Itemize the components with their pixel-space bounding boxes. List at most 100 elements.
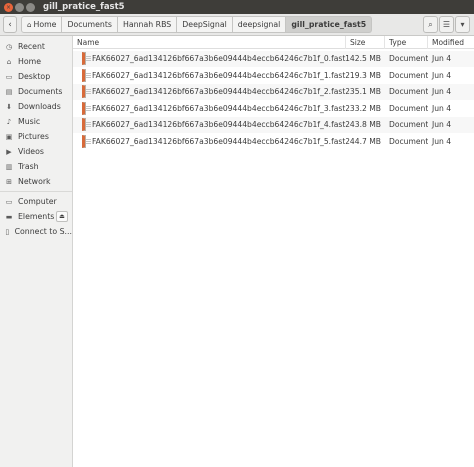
file-modified: Jun 4 bbox=[432, 70, 452, 80]
sidebar-item-label: Videos bbox=[18, 147, 44, 156]
column-header-row: Name Size Type Modified bbox=[73, 35, 474, 49]
file-name: FAK66027_6ad134126bf667a3b6e09444b4eccb6… bbox=[92, 120, 346, 129]
maximize-icon[interactable] bbox=[26, 2, 35, 12]
close-icon[interactable]: × bbox=[4, 2, 13, 12]
sidebar-item-label: Documents bbox=[18, 87, 63, 96]
home-icon: ⌂ bbox=[27, 20, 32, 29]
file-type: Document bbox=[389, 70, 428, 80]
file-name: FAK66027_6ad134126bf667a3b6e09444b4eccb6… bbox=[92, 70, 346, 80]
sidebar-divider bbox=[0, 191, 72, 192]
sidebar-item-music[interactable]: ♪ Music bbox=[0, 114, 72, 129]
table-row[interactable]: FAK66027_6ad134126bf667a3b6e09444b4eccb6… bbox=[73, 50, 474, 67]
drive-icon: ▬ bbox=[5, 212, 13, 221]
column-header-type[interactable]: Type bbox=[385, 35, 428, 49]
breadcrumb-hannah-rbs[interactable]: Hannah RBS bbox=[117, 16, 178, 33]
sidebar-item-label: Downloads bbox=[18, 102, 61, 111]
chevron-down-icon: ▾ bbox=[460, 20, 465, 29]
table-row[interactable]: FAK66027_6ad134126bf667a3b6e09444b4eccb6… bbox=[73, 67, 474, 83]
file-size: 142.5 MB bbox=[346, 54, 381, 63]
table-row[interactable]: FAK66027_6ad134126bf667a3b6e09444b4eccb6… bbox=[73, 133, 474, 149]
document-icon bbox=[82, 118, 91, 131]
network-icon: ⊞ bbox=[6, 177, 12, 186]
sidebar-item-label: Computer bbox=[18, 197, 57, 206]
file-type: Document bbox=[389, 103, 428, 113]
sidebar-item-elements[interactable]: ▬ Elements ⏏ bbox=[0, 209, 72, 224]
view-button[interactable]: ☰ bbox=[439, 16, 454, 33]
sidebar-item-label: Connect to S... bbox=[14, 227, 72, 236]
sidebar-item-label: Home bbox=[18, 57, 42, 66]
breadcrumb-label: Home bbox=[33, 20, 57, 29]
list-view-icon: ☰ bbox=[442, 20, 451, 29]
breadcrumb-deepsignal-upper[interactable]: DeepSignal bbox=[177, 16, 233, 33]
video-icon: ▶ bbox=[6, 147, 12, 156]
minimize-icon[interactable] bbox=[15, 2, 24, 12]
sidebar-item-network[interactable]: ⊞ Network bbox=[0, 174, 72, 189]
trash-icon: ▥ bbox=[5, 162, 13, 171]
sidebar-item-label: Network bbox=[18, 177, 51, 186]
picture-icon: ▣ bbox=[5, 132, 13, 141]
file-rows: FAK66027_6ad134126bf667a3b6e09444b4eccb6… bbox=[73, 49, 474, 149]
eject-icon[interactable]: ⏏ bbox=[56, 211, 68, 222]
toolbar: ‹ ⌂ Home Documents Hannah RBS DeepSignal… bbox=[0, 14, 474, 36]
document-icon bbox=[82, 85, 91, 98]
file-list: Name Size Type Modified FAK66027_6ad1341… bbox=[73, 35, 474, 467]
document-icon: ▤ bbox=[5, 87, 13, 96]
file-size: 243.8 MB bbox=[346, 120, 381, 129]
breadcrumb-documents[interactable]: Documents bbox=[62, 16, 118, 33]
sidebar-item-label: Recent bbox=[18, 42, 45, 51]
computer-icon: ▭ bbox=[5, 197, 13, 206]
file-name: FAK66027_6ad134126bf667a3b6e09444b4eccb6… bbox=[92, 87, 346, 96]
breadcrumb: ⌂ Home Documents Hannah RBS DeepSignal d… bbox=[21, 16, 373, 33]
sidebar-item-pictures[interactable]: ▣ Pictures bbox=[0, 129, 72, 144]
sidebar-item-desktop[interactable]: ▭ Desktop bbox=[0, 69, 72, 84]
clock-icon: ◷ bbox=[5, 42, 13, 51]
sidebar-item-home[interactable]: ⌂ Home bbox=[0, 54, 72, 69]
sidebar-item-trash[interactable]: ▥ Trash bbox=[0, 159, 72, 174]
back-button[interactable]: ‹ bbox=[3, 16, 17, 33]
table-row[interactable]: FAK66027_6ad134126bf667a3b6e09444b4eccb6… bbox=[73, 100, 474, 116]
document-icon bbox=[82, 134, 91, 148]
sidebar-item-label: Music bbox=[18, 117, 41, 126]
file-name: FAK66027_6ad134126bf667a3b6e09444b4eccb6… bbox=[92, 103, 346, 113]
window-title: gill_pratice_fast5 bbox=[43, 2, 125, 12]
table-row[interactable]: FAK66027_6ad134126bf667a3b6e09444b4eccb6… bbox=[73, 83, 474, 100]
file-name: FAK66027_6ad134126bf667a3b6e09444b4eccb6… bbox=[92, 54, 346, 63]
breadcrumb-deepsignal[interactable]: deepsignal bbox=[232, 16, 287, 33]
sidebar-item-documents[interactable]: ▤ Documents bbox=[0, 84, 72, 99]
file-modified: Jun 4 bbox=[432, 103, 452, 113]
home-icon: ⌂ bbox=[6, 57, 12, 66]
desktop-icon: ▭ bbox=[5, 72, 13, 81]
file-size: 235.1 MB bbox=[346, 87, 381, 96]
table-row[interactable]: FAK66027_6ad134126bf667a3b6e09444b4eccb6… bbox=[73, 116, 474, 133]
sidebar-item-downloads[interactable]: ⬇ Downloads bbox=[0, 99, 72, 114]
sidebar-item-connect-to-server[interactable]: ▯ Connect to S... bbox=[0, 224, 72, 239]
breadcrumb-current-folder[interactable]: gill_pratice_fast5 bbox=[286, 16, 373, 33]
chevron-left-icon: ‹ bbox=[8, 19, 12, 30]
file-name: FAK66027_6ad134126bf667a3b6e09444b4eccb6… bbox=[92, 136, 346, 146]
search-icon: ⌕ bbox=[428, 19, 433, 29]
breadcrumb-home[interactable]: ⌂ Home bbox=[21, 16, 63, 33]
sidebar-item-videos[interactable]: ▶ Videos bbox=[0, 144, 72, 159]
file-modified: Jun 4 bbox=[432, 87, 452, 96]
document-icon bbox=[82, 52, 91, 65]
file-size: 233.2 MB bbox=[346, 103, 381, 113]
document-icon bbox=[82, 68, 91, 82]
file-type: Document bbox=[389, 54, 428, 63]
server-icon: ▯ bbox=[5, 227, 10, 236]
file-type: Document bbox=[389, 120, 428, 129]
file-modified: Jun 4 bbox=[432, 120, 452, 129]
sidebar-item-computer[interactable]: ▭ Computer bbox=[0, 194, 72, 209]
file-size: 244.7 MB bbox=[346, 136, 381, 146]
sidebar-item-label: Desktop bbox=[18, 72, 51, 81]
column-header-size[interactable]: Size bbox=[346, 35, 385, 49]
sidebar: ◷ Recent ⌂ Home ▭ Desktop ▤ Documents ⬇ … bbox=[0, 36, 73, 467]
document-icon bbox=[82, 101, 91, 115]
file-modified: Jun 4 bbox=[432, 136, 452, 146]
column-header-modified[interactable]: Modified bbox=[428, 36, 474, 49]
file-type: Document bbox=[389, 87, 428, 96]
menu-button[interactable]: ▾ bbox=[455, 16, 470, 33]
column-header-name[interactable]: Name bbox=[73, 35, 346, 49]
sidebar-item-recent[interactable]: ◷ Recent bbox=[0, 39, 72, 54]
search-button[interactable]: ⌕ bbox=[423, 16, 438, 33]
file-type: Document bbox=[389, 136, 428, 146]
